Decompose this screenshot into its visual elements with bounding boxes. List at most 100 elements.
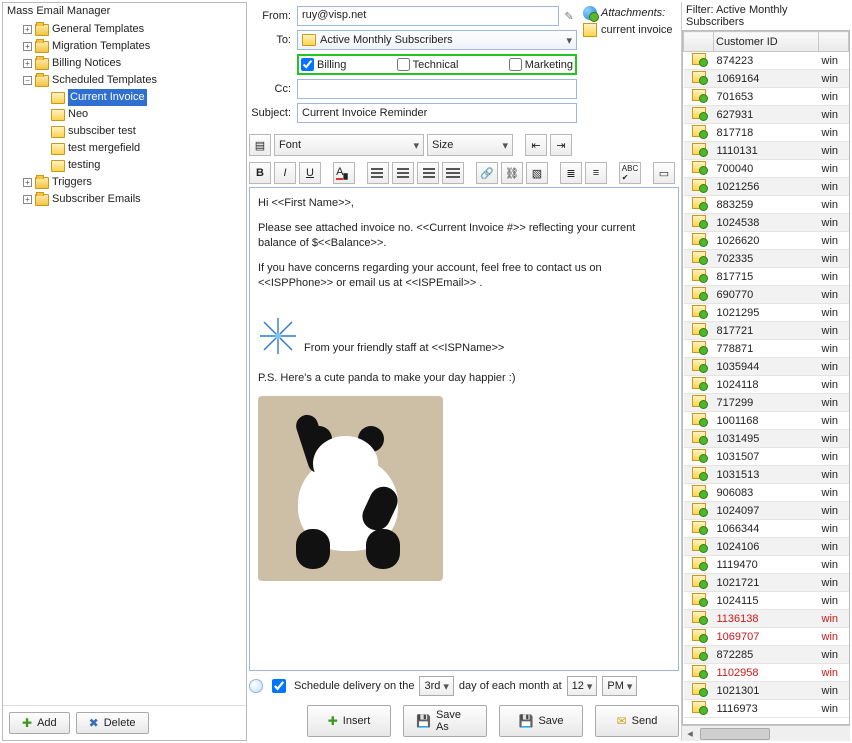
billing-checkbox[interactable]: Billing (301, 58, 346, 71)
table-row[interactable]: 1069164win (684, 70, 849, 88)
insert-button[interactable]: ✚Insert (307, 705, 391, 737)
table-row[interactable]: 906083win (684, 484, 849, 502)
grid-col-2[interactable] (819, 32, 849, 52)
underline-button[interactable]: U (299, 162, 321, 184)
table-row[interactable]: 1102958win (684, 664, 849, 682)
send-button[interactable]: ✉Send (595, 705, 679, 737)
subject-field[interactable] (297, 103, 577, 123)
tree-node-label[interactable]: Scheduled Templates (52, 72, 157, 89)
grid-col-customer-id[interactable]: Customer ID (714, 32, 819, 52)
tree-toggle[interactable]: + (23, 195, 32, 204)
image-button[interactable]: ▧ (526, 162, 548, 184)
table-row[interactable]: 1031495win (684, 430, 849, 448)
table-row[interactable]: 717299win (684, 394, 849, 412)
table-row[interactable]: 627931win (684, 106, 849, 124)
indent-button[interactable]: ⇥ (550, 134, 572, 156)
tree-toggle[interactable]: + (23, 178, 32, 187)
align-right-button[interactable] (417, 162, 439, 184)
add-button[interactable]: ✚Add (9, 712, 70, 734)
align-center-button[interactable] (392, 162, 414, 184)
italic-button[interactable]: I (274, 162, 296, 184)
table-row[interactable]: 1001168win (684, 412, 849, 430)
unlink-button[interactable]: ⛓ (501, 162, 523, 184)
cc-field[interactable] (297, 79, 577, 99)
align-left-button[interactable] (367, 162, 389, 184)
toggle-source-button[interactable]: ▤ (249, 134, 271, 156)
link-button[interactable]: 🔗 (476, 162, 498, 184)
grid-h-scrollbar[interactable]: ◂ (682, 725, 850, 741)
tree-node-label[interactable]: subsciber test (68, 123, 136, 140)
save-as-button[interactable]: 💾Save As (403, 705, 487, 737)
outdent-button[interactable]: ⇤ (525, 134, 547, 156)
table-row[interactable]: 872285win (684, 646, 849, 664)
font-select[interactable]: Font▾ (274, 134, 424, 156)
table-row[interactable]: 1119470win (684, 556, 849, 574)
tree-node-label[interactable]: Billing Notices (52, 55, 121, 72)
schedule-checkbox[interactable] (272, 679, 286, 693)
table-row[interactable]: 1031513win (684, 466, 849, 484)
size-select[interactable]: Size▾ (427, 134, 513, 156)
table-row[interactable]: 1021721win (684, 574, 849, 592)
bullet-list-button[interactable]: ≣ (560, 162, 582, 184)
table-row[interactable]: 1024538win (684, 214, 849, 232)
table-row[interactable]: 1035944win (684, 358, 849, 376)
font-color-button[interactable]: A▖ (333, 162, 355, 184)
number-list-button[interactable]: ≡ (585, 162, 607, 184)
save-button[interactable]: 💾Save (499, 705, 583, 737)
clear-format-button[interactable]: ▭ (653, 162, 675, 184)
schedule-hour-select[interactable]: 12▾ (567, 676, 598, 696)
table-row[interactable]: 1116973win (684, 700, 849, 718)
table-row[interactable]: 778871win (684, 340, 849, 358)
table-row[interactable]: 817721win (684, 322, 849, 340)
delete-button[interactable]: ✖Delete (76, 712, 149, 734)
table-row[interactable]: 817718win (684, 124, 849, 142)
tree-node-label[interactable]: Neo (68, 106, 88, 123)
schedule-ampm-select[interactable]: PM▾ (602, 676, 637, 696)
grid-col-icon[interactable] (684, 32, 714, 52)
table-row[interactable]: 701653win (684, 88, 849, 106)
table-row[interactable]: 700040win (684, 160, 849, 178)
tree-node-label[interactable]: Current Invoice (68, 89, 147, 106)
scroll-left-icon[interactable]: ◂ (682, 727, 698, 740)
marketing-checkbox[interactable]: Marketing (509, 58, 573, 71)
tree-node-label[interactable]: Triggers (52, 174, 92, 191)
table-row[interactable]: 702335win (684, 250, 849, 268)
attachment-item[interactable]: current invoice (583, 23, 679, 37)
scroll-thumb[interactable] (700, 728, 770, 740)
edit-from-icon[interactable]: ✎ (561, 10, 577, 23)
table-row[interactable]: 1024097win (684, 502, 849, 520)
technical-checkbox[interactable]: Technical (397, 58, 459, 71)
table-row[interactable]: 1021301win (684, 682, 849, 700)
table-row[interactable]: 1021295win (684, 304, 849, 322)
tree-node-label[interactable]: General Templates (52, 21, 144, 38)
table-row[interactable]: 1110131win (684, 142, 849, 160)
table-row[interactable]: 1069707win (684, 628, 849, 646)
table-row[interactable]: 1021256win (684, 178, 849, 196)
spellcheck-button[interactable]: ABC✔ (619, 162, 641, 184)
table-row[interactable]: 1026620win (684, 232, 849, 250)
tree-toggle[interactable]: + (23, 25, 32, 34)
to-select[interactable]: Active Monthly Subscribers ▾ (297, 30, 577, 50)
table-row[interactable]: 1066344win (684, 520, 849, 538)
schedule-day-select[interactable]: 3rd▾ (419, 676, 453, 696)
table-row[interactable]: 883259win (684, 196, 849, 214)
table-row[interactable]: 1136138win (684, 610, 849, 628)
tree-node-label[interactable]: test mergefield (68, 140, 140, 157)
table-row[interactable]: 1024118win (684, 376, 849, 394)
table-row[interactable]: 817715win (684, 268, 849, 286)
table-row[interactable]: 690770win (684, 286, 849, 304)
table-row[interactable]: 1031507win (684, 448, 849, 466)
align-justify-button[interactable] (442, 162, 464, 184)
bold-button[interactable]: B (249, 162, 271, 184)
tree-node-label[interactable]: testing (68, 157, 100, 174)
table-row[interactable]: 1024106win (684, 538, 849, 556)
tree-toggle[interactable]: + (23, 59, 32, 68)
from-field[interactable]: ruy@visp.net (297, 6, 559, 26)
tree-toggle[interactable]: + (23, 42, 32, 51)
table-row[interactable]: 874223win (684, 52, 849, 70)
table-row[interactable]: 1024115win (684, 592, 849, 610)
email-body-editor[interactable]: Hi <<First Name>>, Please see attached i… (249, 187, 679, 671)
tree-toggle[interactable]: − (23, 76, 32, 85)
tree-node-label[interactable]: Subscriber Emails (52, 191, 141, 208)
tree-node-label[interactable]: Migration Templates (52, 38, 150, 55)
